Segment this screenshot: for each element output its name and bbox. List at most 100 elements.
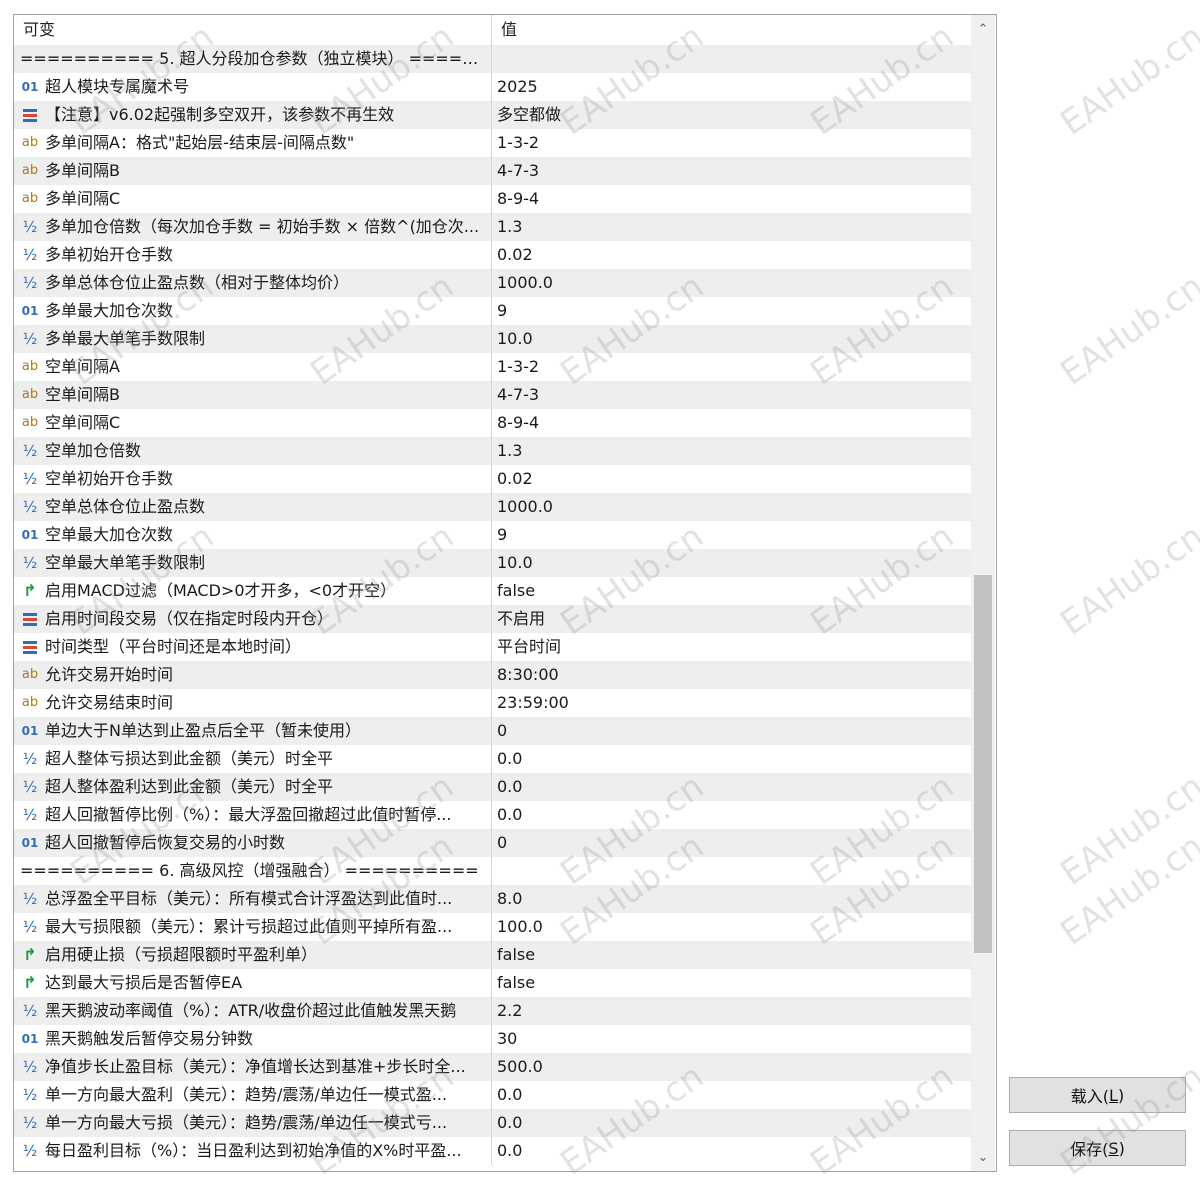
parameter-value-cell[interactable]: false [492, 941, 971, 969]
parameter-value-cell[interactable]: 30 [492, 1025, 971, 1053]
parameter-value-cell[interactable]: 多空都做 [492, 101, 971, 129]
parameter-row[interactable]: ½ 超人整体亏损达到此金额（美元）时全平 0.0 [14, 745, 971, 773]
parameter-name-cell[interactable]: ½ 空单最大单笔手数限制 [14, 549, 492, 577]
parameter-name-cell[interactable]: ½ 超人整体亏损达到此金额（美元）时全平 [14, 745, 492, 773]
parameter-value-cell[interactable]: 0 [492, 829, 971, 857]
parameter-name-cell[interactable]: ab 空单间隔B [14, 381, 492, 409]
parameter-row[interactable]: 01 黑天鹅触发后暂停交易分钟数 30 [14, 1025, 971, 1053]
parameter-value-cell[interactable]: 0.0 [492, 1081, 971, 1109]
parameter-value-cell[interactable]: 10.0 [492, 549, 971, 577]
parameter-name-cell[interactable]: ½ 净值步长止盈目标（美元）：净值增长达到基准+步长时全... [14, 1053, 492, 1081]
parameter-name-cell[interactable]: 时间类型（平台时间还是本地时间） [14, 633, 492, 661]
parameter-value-cell[interactable]: 不启用 [492, 605, 971, 633]
parameter-name-cell[interactable]: 01 空单最大加仓次数 [14, 521, 492, 549]
parameter-row[interactable]: ab 多单间隔B 4-7-3 [14, 157, 971, 185]
parameter-row[interactable]: ½ 多单初始开仓手数 0.02 [14, 241, 971, 269]
parameter-value-cell[interactable]: 10.0 [492, 325, 971, 353]
parameter-value-cell[interactable]: 8.0 [492, 885, 971, 913]
parameter-name-cell[interactable]: ab 多单间隔C [14, 185, 492, 213]
parameter-row[interactable]: 时间类型（平台时间还是本地时间） 平台时间 [14, 633, 971, 661]
parameter-row[interactable]: ½ 空单初始开仓手数 0.02 [14, 465, 971, 493]
parameter-name-cell[interactable]: 01 黑天鹅触发后暂停交易分钟数 [14, 1025, 492, 1053]
parameter-value-cell[interactable]: 4-7-3 [492, 381, 971, 409]
parameter-row[interactable]: 01 单边大于N单达到止盈点后全平（暂未使用） 0 [14, 717, 971, 745]
parameter-row[interactable]: 01 超人模块专属魔术号 2025 [14, 73, 971, 101]
parameter-row[interactable]: ½ 多单最大单笔手数限制 10.0 [14, 325, 971, 353]
parameter-value-cell[interactable]: 1000.0 [492, 269, 971, 297]
parameter-name-cell[interactable]: 01 多单最大加仓次数 [14, 297, 492, 325]
parameter-name-cell[interactable]: ½ 多单加仓倍数（每次加仓手数 = 初始手数 × 倍数^(加仓次... [14, 213, 492, 241]
parameter-value-cell[interactable] [492, 857, 971, 885]
parameter-row[interactable]: ½ 空单加仓倍数 1.3 [14, 437, 971, 465]
parameter-row[interactable]: ½ 单一方向最大盈利（美元）：趋势/震荡/单边任一模式盈... 0.0 [14, 1081, 971, 1109]
scroll-down-icon[interactable]: ⌄ [971, 1145, 995, 1169]
save-button[interactable]: 保存(S) [1009, 1130, 1186, 1166]
parameter-name-cell[interactable]: ½ 空单初始开仓手数 [14, 465, 492, 493]
parameter-name-cell[interactable]: ↱ 达到最大亏损后是否暂停EA [14, 969, 492, 997]
parameter-value-cell[interactable]: 平台时间 [492, 633, 971, 661]
parameter-name-cell[interactable]: ab 空单间隔C [14, 409, 492, 437]
parameter-value-cell[interactable]: 4-7-3 [492, 157, 971, 185]
parameter-name-cell[interactable]: ½ 每日盈利目标（%）：当日盈利达到初始净值的X%时平盈... [14, 1137, 492, 1165]
parameter-value-cell[interactable]: 1000.0 [492, 493, 971, 521]
parameter-name-cell[interactable]: ↱ 启用MACD过滤（MACD>0才开多，<0才开空） [14, 577, 492, 605]
parameter-name-cell[interactable]: 启用时间段交易（仅在指定时段内开仓） [14, 605, 492, 633]
parameter-value-cell[interactable]: 100.0 [492, 913, 971, 941]
parameter-row[interactable]: ↱ 启用MACD过滤（MACD>0才开多，<0才开空） false [14, 577, 971, 605]
parameter-name-cell[interactable]: ½ 空单加仓倍数 [14, 437, 492, 465]
parameter-row[interactable]: ab 允许交易结束时间 23:59:00 [14, 689, 971, 717]
parameter-row[interactable]: ½ 超人回撤暂停比例（%）：最大浮盈回撤超过此值时暂停... 0.0 [14, 801, 971, 829]
vertical-scrollbar[interactable]: ⌃ ⌄ [971, 15, 995, 1171]
parameter-value-cell[interactable]: false [492, 969, 971, 997]
parameter-value-cell[interactable]: 1.3 [492, 213, 971, 241]
parameter-value-cell[interactable]: 0.02 [492, 465, 971, 493]
parameter-value-cell[interactable]: 0.0 [492, 1137, 971, 1165]
parameter-name-cell[interactable]: ½ 单一方向最大亏损（美元）：趋势/震荡/单边任一模式亏... [14, 1109, 492, 1137]
parameter-name-cell[interactable]: ½ 多单最大单笔手数限制 [14, 325, 492, 353]
parameter-value-cell[interactable]: 1-3-2 [492, 129, 971, 157]
column-header-variable[interactable]: 可变 [14, 15, 492, 45]
parameter-name-cell[interactable]: ½ 多单总体仓位止盈点数（相对于整体均价） [14, 269, 492, 297]
parameter-name-cell[interactable]: ab 允许交易结束时间 [14, 689, 492, 717]
parameter-row[interactable]: ab 多单间隔C 8-9-4 [14, 185, 971, 213]
parameter-name-cell[interactable]: ½ 单一方向最大盈利（美元）：趋势/震荡/单边任一模式盈... [14, 1081, 492, 1109]
scroll-up-icon[interactable]: ⌃ [971, 17, 995, 41]
parameter-value-cell[interactable]: 0.0 [492, 1109, 971, 1137]
parameter-value-cell[interactable]: 23:59:00 [492, 689, 971, 717]
parameter-value-cell[interactable]: 0.0 [492, 745, 971, 773]
parameter-row[interactable]: ab 空单间隔B 4-7-3 [14, 381, 971, 409]
parameter-row[interactable]: ½ 超人整体盈利达到此金额（美元）时全平 0.0 [14, 773, 971, 801]
parameter-name-cell[interactable]: ½ 最大亏损限额（美元）：累计亏损超过此值则平掉所有盈... [14, 913, 492, 941]
parameter-value-cell[interactable]: 8-9-4 [492, 409, 971, 437]
parameter-value-cell[interactable]: 0 [492, 717, 971, 745]
parameter-name-cell[interactable]: ab 多单间隔A：格式"起始层-结束层-间隔点数" [14, 129, 492, 157]
parameter-row[interactable]: ab 空单间隔C 8-9-4 [14, 409, 971, 437]
parameter-row[interactable]: 01 空单最大加仓次数 9 [14, 521, 971, 549]
parameter-row[interactable]: ½ 单一方向最大亏损（美元）：趋势/震荡/单边任一模式亏... 0.0 [14, 1109, 971, 1137]
parameter-name-cell[interactable]: ½ 黑天鹅波动率阈值（%）：ATR/收盘价超过此值触发黑天鹅 [14, 997, 492, 1025]
parameter-row[interactable]: ab 多单间隔A：格式"起始层-结束层-间隔点数" 1-3-2 [14, 129, 971, 157]
section-separator-row[interactable]: ========== 5. 超人分段加仓参数（独立模块） =======... [14, 45, 971, 73]
parameter-name-cell[interactable]: ½ 超人回撤暂停比例（%）：最大浮盈回撤超过此值时暂停... [14, 801, 492, 829]
parameter-row[interactable]: ½ 总浮盈全平目标（美元）：所有模式合计浮盈达到此值时... 8.0 [14, 885, 971, 913]
parameter-row[interactable]: ½ 多单总体仓位止盈点数（相对于整体均价） 1000.0 [14, 269, 971, 297]
parameter-value-cell[interactable]: 500.0 [492, 1053, 971, 1081]
parameter-row[interactable]: ½ 黑天鹅波动率阈值（%）：ATR/收盘价超过此值触发黑天鹅 2.2 [14, 997, 971, 1025]
parameter-value-cell[interactable]: 1.3 [492, 437, 971, 465]
parameter-value-cell[interactable]: 9 [492, 521, 971, 549]
parameter-name-cell[interactable]: ½ 超人整体盈利达到此金额（美元）时全平 [14, 773, 492, 801]
parameter-name-cell[interactable]: ab 空单间隔A [14, 353, 492, 381]
parameter-name-cell[interactable]: ab 多单间隔B [14, 157, 492, 185]
parameter-row[interactable]: ½ 空单最大单笔手数限制 10.0 [14, 549, 971, 577]
parameter-row[interactable]: 启用时间段交易（仅在指定时段内开仓） 不启用 [14, 605, 971, 633]
scrollbar-thumb[interactable] [974, 575, 992, 953]
parameter-row[interactable]: ½ 净值步长止盈目标（美元）：净值增长达到基准+步长时全... 500.0 [14, 1053, 971, 1081]
parameter-row[interactable]: 01 多单最大加仓次数 9 [14, 297, 971, 325]
parameter-value-cell[interactable]: 1-3-2 [492, 353, 971, 381]
parameter-value-cell[interactable]: 8-9-4 [492, 185, 971, 213]
parameter-value-cell[interactable]: 0.0 [492, 801, 971, 829]
parameter-name-cell[interactable]: ↱ 启用硬止损（亏损超限额时平盈利单） [14, 941, 492, 969]
parameter-name-cell[interactable]: ========== 5. 超人分段加仓参数（独立模块） =======... [14, 45, 492, 73]
parameter-row[interactable]: ab 空单间隔A 1-3-2 [14, 353, 971, 381]
parameter-row[interactable]: ab 允许交易开始时间 8:30:00 [14, 661, 971, 689]
